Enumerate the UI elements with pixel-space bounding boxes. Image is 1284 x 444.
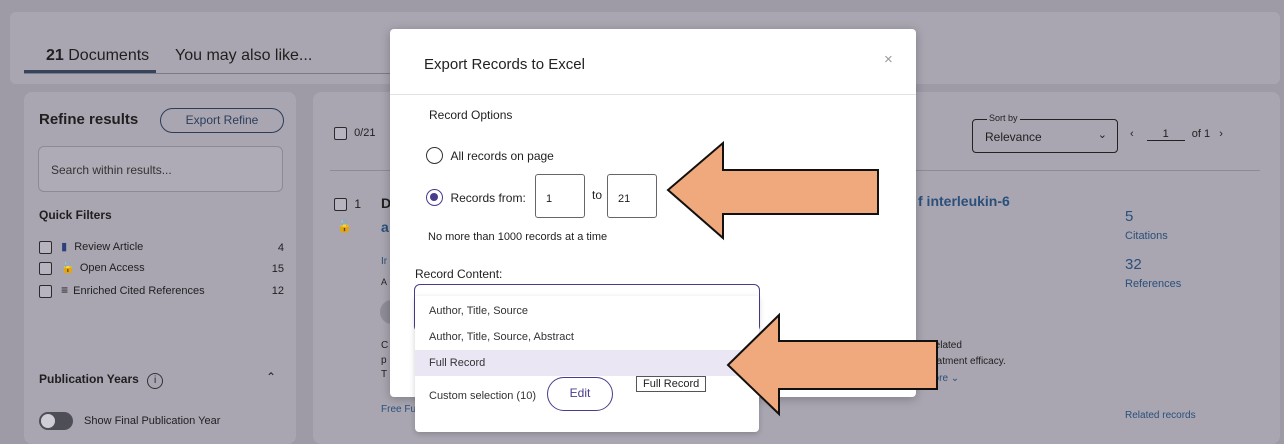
toggle-knob — [41, 414, 55, 428]
result-row-checkbox[interactable]: 1 — [334, 197, 362, 212]
to-input[interactable]: 21 — [607, 174, 657, 218]
chevron-down-icon: ⌄ — [950, 373, 960, 384]
radio-records-from[interactable]: Records from: — [426, 189, 526, 207]
prev-page-icon[interactable]: ‹ — [1130, 128, 1134, 140]
radio-circle-selected[interactable] — [426, 189, 443, 207]
pager: ‹ 1 of 1 › — [1130, 128, 1223, 141]
from-input[interactable]: 1 — [535, 174, 585, 218]
filter-label: Review Article — [74, 241, 144, 253]
sort-value: Relevance — [985, 130, 1042, 144]
references-count[interactable]: 32 — [1125, 256, 1142, 273]
sort-label: Sort by — [987, 113, 1020, 123]
citations-count[interactable]: 5 — [1125, 208, 1133, 225]
from-value: 1 — [546, 193, 553, 205]
quick-filters-title: Quick Filters — [39, 208, 112, 222]
final-pub-year-toggle[interactable] — [39, 412, 73, 430]
filter-count: 12 — [271, 285, 284, 297]
option-author-title-source-abstract[interactable]: Author, Title, Source, Abstract — [415, 324, 759, 350]
lock-open-icon: 🔓 — [61, 262, 75, 274]
fragment-a: A — [381, 277, 388, 287]
filter-label: Enriched Cited References — [73, 285, 205, 297]
filter-label: Open Access — [79, 262, 145, 274]
filter-checkbox[interactable] — [39, 261, 52, 275]
documents-count: 21 — [46, 47, 64, 64]
modal-title-divider — [390, 94, 916, 95]
final-pub-year-label: Show Final Publication Year — [84, 415, 221, 427]
fragment-ir: Ir — [381, 256, 388, 267]
to-label: to — [592, 188, 603, 202]
record-content-dropdown: Author, Title, Source Author, Title, Sou… — [415, 296, 759, 432]
records-from-label: Records from: — [450, 190, 526, 205]
document-icon: ▮ — [61, 241, 68, 253]
pub-years-label: Publication Years — [39, 372, 139, 386]
modal-title: Export Records to Excel — [424, 56, 585, 73]
sort-select[interactable]: Sort by Relevance ⌄ — [972, 113, 1118, 153]
select-count: 0/21 — [354, 127, 376, 140]
select-all-checkbox[interactable] — [334, 127, 347, 140]
show-more-label: nore — [928, 373, 949, 384]
tab-also-like[interactable]: You may also like... — [175, 47, 312, 65]
references-label: References — [1125, 278, 1182, 290]
citations-label: Citations — [1125, 230, 1168, 242]
export-refine-button[interactable]: Export Refine — [160, 108, 284, 133]
filter-enriched-refs[interactable]: ≡ Enriched Cited References 12 — [39, 283, 284, 298]
filter-checkbox[interactable] — [39, 240, 52, 254]
custom-selection-label: Custom selection (10) — [429, 390, 536, 402]
page-of: of 1 — [1191, 128, 1211, 140]
fragment-c: C — [381, 340, 389, 351]
radio-all-records[interactable]: All records on page — [426, 147, 554, 165]
fragment-p: p — [381, 355, 387, 366]
result-title-line2[interactable]: a — [381, 219, 389, 235]
tabs-divider — [24, 73, 394, 74]
search-within-placeholder: Search within results... — [51, 163, 172, 177]
option-author-title-source[interactable]: Author, Title, Source — [415, 298, 759, 324]
filter-checkbox[interactable] — [39, 284, 52, 298]
enriched-list-icon: ≡ — [61, 283, 69, 297]
option-custom-selection[interactable]: Custom selection (10) Edit — [415, 376, 759, 420]
search-within-input[interactable]: Search within results... — [38, 146, 283, 192]
edit-button[interactable]: Edit — [547, 377, 613, 411]
filter-count: 4 — [277, 242, 284, 254]
free-full-text-link[interactable]: Free Fu — [381, 404, 416, 415]
filter-count: 15 — [271, 263, 284, 275]
fragment-t: T — [381, 369, 388, 380]
snippet-line-1: rrelated — [928, 340, 962, 351]
filter-open-access[interactable]: 🔓 Open Access 15 — [39, 261, 284, 275]
record-options-label: Record Options — [429, 108, 513, 122]
option-full-record[interactable]: Full Record — [415, 350, 759, 376]
chevron-up-icon[interactable]: ⌃ — [266, 370, 276, 384]
chevron-down-icon: ⌄ — [1097, 129, 1107, 141]
close-icon[interactable]: × — [884, 51, 893, 68]
to-value: 21 — [618, 193, 631, 205]
tab-documents[interactable]: 21 Documents — [46, 47, 149, 65]
select-all[interactable]: 0/21 — [334, 127, 375, 140]
documents-label: Documents — [68, 47, 150, 64]
show-more-link[interactable]: nore ⌄ — [928, 373, 959, 384]
filter-review-article[interactable]: ▮ Review Article 4 — [39, 240, 284, 254]
row-checkbox[interactable] — [334, 198, 347, 212]
info-icon[interactable]: i — [147, 373, 164, 389]
radio-all-label: All records on page — [450, 148, 554, 163]
page-input[interactable]: 1 — [1146, 128, 1185, 141]
snippet-line-2: treatment efficacy. — [925, 356, 1006, 367]
row-number: 1 — [354, 197, 362, 211]
record-content-label: Record Content: — [415, 267, 503, 281]
next-page-icon[interactable]: › — [1219, 128, 1223, 140]
pub-years-title: Publication Years i — [39, 372, 164, 389]
limit-note: No more than 1000 records at a time — [428, 231, 608, 243]
radio-circle[interactable] — [426, 147, 443, 165]
refine-title: Refine results — [39, 111, 139, 128]
full-record-tooltip: Full Record — [636, 376, 707, 392]
radio-dot — [430, 193, 438, 202]
result-title-end[interactable]: f interleukin-6 — [918, 193, 1010, 209]
related-records-link[interactable]: Related records — [1125, 410, 1196, 421]
lock-open-icon: 🔓 — [337, 219, 352, 233]
